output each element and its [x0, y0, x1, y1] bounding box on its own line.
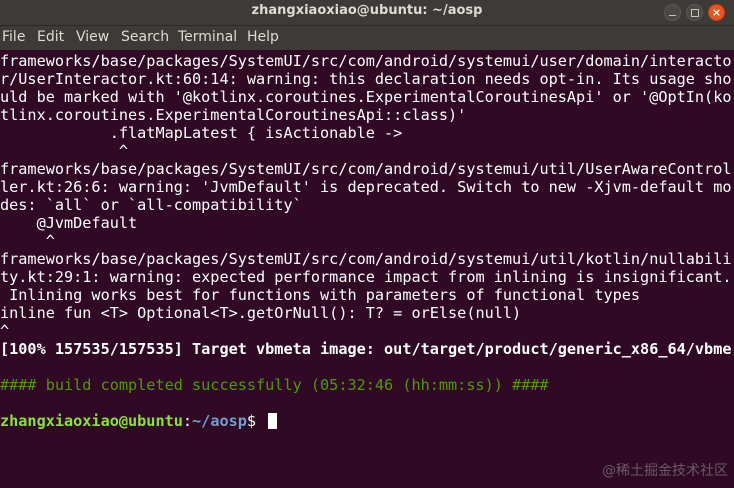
terminal-output[interactable]: frameworks/base/packages/SystemUI/src/co… — [0, 50, 734, 488]
prompt-separator: : — [182, 412, 193, 430]
output-line: uld be marked with '@kotlinx.coroutines.… — [0, 88, 732, 106]
output-line: ^ — [0, 322, 10, 340]
minimize-button[interactable] — [664, 4, 681, 21]
output-line: ty.kt:29:1: warning: expected performanc… — [0, 268, 732, 286]
output-line: r/UserInteractor.kt:60:14: warning: this… — [0, 70, 732, 88]
title-bar[interactable]: zhangxiaoxiao@ubuntu: ~/aosp × — [0, 0, 734, 26]
menu-help[interactable]: Help — [247, 29, 279, 45]
output-line: ler.kt:26:6: warning: 'JvmDefault' is de… — [0, 178, 732, 196]
menu-file[interactable]: File — [2, 29, 25, 45]
watermark-text: @稀土掘金技术社区 — [602, 463, 728, 479]
prompt-user-host: zhangxiaoxiao@ubuntu — [0, 412, 183, 430]
output-line: ^ — [0, 142, 129, 160]
close-button[interactable]: × — [708, 4, 725, 21]
minimize-icon — [669, 15, 676, 16]
output-line: Inlining works best for functions with p… — [0, 286, 641, 304]
output-line: ^ — [0, 232, 55, 250]
menu-bar: File Edit View Search Terminal Help — [0, 26, 734, 50]
output-line: frameworks/base/packages/SystemUI/src/co… — [0, 250, 732, 268]
close-icon: × — [711, 6, 722, 19]
output-line: tlinx.coroutines.ExperimentalCoroutinesA… — [0, 106, 467, 124]
maximize-icon — [691, 9, 699, 17]
menu-view[interactable]: View — [76, 29, 109, 45]
shell-prompt[interactable]: zhangxiaoxiao@ubuntu:~/aosp$ — [0, 412, 278, 430]
output-line: des: `all` or `all-compatibility` — [0, 196, 302, 214]
output-line: @JvmDefault — [0, 214, 138, 232]
output-line: .flatMapLatest { isActionable -> — [0, 124, 403, 142]
terminal-window: zhangxiaoxiao@ubuntu: ~/aosp × File Edit… — [0, 0, 734, 488]
output-line: frameworks/base/packages/SystemUI/src/co… — [0, 160, 732, 178]
text-cursor — [268, 413, 278, 429]
prompt-symbol: $ — [246, 412, 266, 430]
menu-search[interactable]: Search — [121, 29, 169, 45]
prompt-path: ~/aosp — [192, 412, 247, 430]
menu-terminal[interactable]: Terminal — [178, 29, 237, 45]
output-line: frameworks/base/packages/SystemUI/src/co… — [0, 52, 732, 70]
output-line: inline fun <T> Optional<T>.getOrNull(): … — [0, 304, 522, 322]
window-title: zhangxiaoxiao@ubuntu: ~/aosp — [251, 3, 483, 18]
maximize-button[interactable] — [686, 4, 703, 21]
menu-edit[interactable]: Edit — [37, 29, 64, 45]
build-success-message: #### build completed successfully (05:32… — [0, 376, 549, 394]
build-status-line: [100% 157535/157535] Target vbmeta image… — [0, 340, 732, 358]
